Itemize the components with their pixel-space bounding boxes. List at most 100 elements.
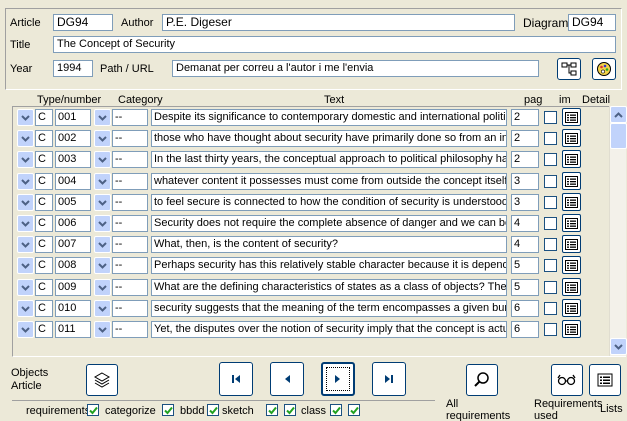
pag-cell[interactable]: 2 [511,130,539,147]
author-field[interactable]: P.E. Digeser [162,14,515,31]
pag-cell[interactable]: 5 [511,257,539,274]
im-checkbox[interactable] [544,217,557,230]
type-dropdown-button[interactable] [17,321,34,338]
category-cell[interactable]: -- [112,109,148,126]
pag-cell[interactable]: 5 [511,279,539,296]
check-sketch-2[interactable] [284,404,296,416]
type-dropdown-button[interactable] [17,300,34,317]
category-dropdown-button[interactable] [94,215,111,232]
type-cell[interactable]: C [35,257,53,274]
path-field[interactable]: Demanat per correu a l'autor i me l'envi… [172,60,539,77]
type-cell[interactable]: C [35,215,53,232]
category-dropdown-button[interactable] [94,109,111,126]
category-cell[interactable]: -- [112,279,148,296]
type-dropdown-button[interactable] [17,257,34,274]
vertical-scrollbar[interactable] [609,106,627,356]
im-checkbox[interactable] [544,323,557,336]
detail-button[interactable] [562,129,581,147]
detail-button[interactable] [562,214,581,232]
number-cell[interactable]: 007 [55,236,91,253]
im-checkbox[interactable] [544,302,557,315]
diagram-button[interactable] [557,58,581,80]
number-cell[interactable]: 001 [55,109,91,126]
pag-cell[interactable]: 2 [511,109,539,126]
type-cell[interactable]: C [35,194,53,211]
pag-cell[interactable]: 6 [511,321,539,338]
im-checkbox[interactable] [544,238,557,251]
number-cell[interactable]: 005 [55,194,91,211]
type-cell[interactable]: C [35,130,53,147]
number-cell[interactable]: 009 [55,279,91,296]
check-class-2[interactable] [348,404,360,416]
detail-button[interactable] [562,108,581,126]
type-cell[interactable]: C [35,279,53,296]
check-requirements[interactable] [87,404,99,416]
category-cell[interactable]: -- [112,130,148,147]
article-field[interactable]: DG94 [53,14,113,31]
palette-button[interactable] [592,58,616,80]
type-dropdown-button[interactable] [17,173,34,190]
text-cell[interactable]: What, then, is the content of security? [151,236,507,253]
number-cell[interactable]: 002 [55,130,91,147]
category-cell[interactable]: -- [112,194,148,211]
im-checkbox[interactable] [544,175,557,188]
detail-button[interactable] [562,193,581,211]
type-dropdown-button[interactable] [17,151,34,168]
category-cell[interactable]: -- [112,236,148,253]
im-checkbox[interactable] [544,259,557,272]
im-checkbox[interactable] [544,132,557,145]
detail-button[interactable] [562,235,581,253]
text-cell[interactable]: whatever content it possesses must come … [151,173,507,190]
title-field[interactable]: The Concept of Security [53,36,616,53]
check-bbdd[interactable] [207,404,219,416]
category-cell[interactable]: -- [112,300,148,317]
pag-cell[interactable]: 3 [511,173,539,190]
category-cell[interactable]: -- [112,257,148,274]
category-dropdown-button[interactable] [94,257,111,274]
pag-cell[interactable]: 6 [511,300,539,317]
type-dropdown-button[interactable] [17,236,34,253]
check-sketch-1[interactable] [266,404,278,416]
text-cell[interactable]: Despite its significance to contemporary… [151,109,507,126]
type-dropdown-button[interactable] [17,130,34,147]
category-dropdown-button[interactable] [94,300,111,317]
check-categorize[interactable] [162,404,174,416]
text-cell[interactable]: to feel secure is connected to how the c… [151,194,507,211]
type-cell[interactable]: C [35,173,53,190]
category-cell[interactable]: -- [112,173,148,190]
category-dropdown-button[interactable] [94,173,111,190]
text-cell[interactable]: In the last thirty years, the conceptual… [151,151,507,168]
category-dropdown-button[interactable] [94,130,111,147]
number-cell[interactable]: 011 [55,321,91,338]
detail-button[interactable] [562,320,581,338]
number-cell[interactable]: 008 [55,257,91,274]
detail-button[interactable] [562,256,581,274]
scroll-up-button[interactable] [610,106,627,123]
detail-button[interactable] [562,150,581,168]
nav-last-button[interactable] [372,362,406,396]
year-field[interactable]: 1994 [53,60,93,77]
im-checkbox[interactable] [544,111,557,124]
type-dropdown-button[interactable] [17,279,34,296]
number-cell[interactable]: 006 [55,215,91,232]
pag-cell[interactable]: 3 [511,194,539,211]
type-cell[interactable]: C [35,109,53,126]
category-cell[interactable]: -- [112,215,148,232]
text-cell[interactable]: What are the defining characteristics of… [151,279,507,296]
type-dropdown-button[interactable] [17,194,34,211]
scroll-down-button[interactable] [610,338,627,355]
type-cell[interactable]: C [35,151,53,168]
detail-button[interactable] [562,299,581,317]
type-cell[interactable]: C [35,236,53,253]
pag-cell[interactable]: 2 [511,151,539,168]
category-dropdown-button[interactable] [94,321,111,338]
category-dropdown-button[interactable] [94,194,111,211]
im-checkbox[interactable] [544,153,557,166]
nav-first-button[interactable] [219,362,253,396]
number-cell[interactable]: 004 [55,173,91,190]
text-cell[interactable]: Perhaps security has this relatively sta… [151,257,507,274]
type-dropdown-button[interactable] [17,109,34,126]
check-class-1[interactable] [330,404,342,416]
requirements-used-button[interactable] [551,364,583,396]
category-cell[interactable]: -- [112,321,148,338]
